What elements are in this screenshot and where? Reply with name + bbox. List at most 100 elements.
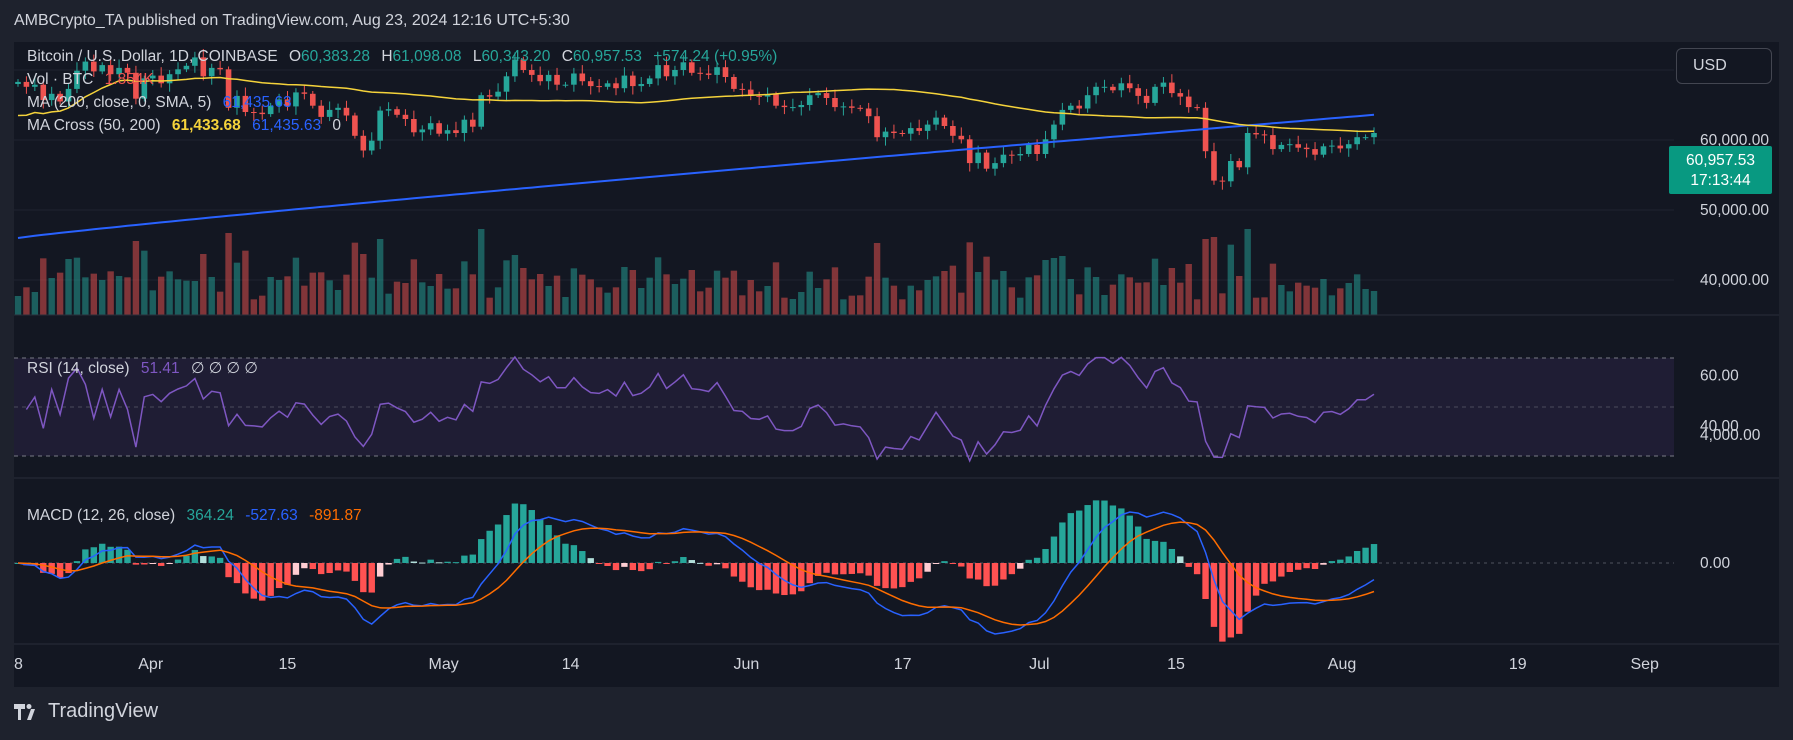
candle-body	[1067, 105, 1074, 110]
volume-bar	[1017, 297, 1024, 315]
volume-bar	[713, 270, 721, 315]
volume-bar	[595, 287, 603, 315]
macd-histogram-bar	[570, 545, 578, 563]
candle-body	[461, 119, 468, 133]
macd-histogram-bar	[1202, 563, 1209, 600]
candle-body	[621, 75, 628, 89]
volume-bar	[570, 268, 578, 315]
macd-histogram-bar	[1033, 557, 1041, 563]
volume-bar	[949, 265, 957, 315]
candle-body	[537, 74, 543, 82]
candle-body	[1278, 144, 1285, 150]
close-value: 60,957.53	[572, 48, 642, 65]
candle-body	[630, 75, 636, 87]
volume-bar	[932, 276, 940, 315]
volume-legend[interactable]: Vol · BTC 1.854K	[27, 71, 161, 89]
ma-cross-value-2: 61,435.63	[252, 117, 322, 134]
macd-histogram-bar	[1236, 563, 1243, 634]
volume-bar	[1337, 288, 1344, 315]
macd-histogram-bar	[1101, 500, 1108, 563]
macd-histogram-bar	[318, 563, 325, 575]
volume-bar	[360, 254, 367, 315]
macd-histogram-bar	[73, 561, 81, 563]
volume-bar	[1177, 282, 1184, 315]
currency-button[interactable]: USD	[1676, 48, 1772, 84]
candle-body	[394, 109, 400, 115]
volume-bar	[1134, 282, 1142, 315]
time-tick-label: 17	[894, 656, 912, 673]
volume-bar	[1236, 276, 1243, 315]
volume-bar	[1227, 244, 1235, 315]
candle-body	[1143, 95, 1150, 103]
macd-histogram-bar	[494, 524, 502, 563]
volume-bar	[267, 277, 274, 315]
candle-body	[806, 95, 813, 105]
macd-histogram-bar	[612, 563, 620, 571]
low-value: 60,343.20	[481, 48, 551, 65]
time-tick-label: Jul	[1029, 656, 1049, 673]
volume-bar	[1193, 299, 1201, 315]
volume-bar	[831, 267, 839, 315]
candle-body	[1084, 95, 1091, 109]
macd-histogram-bar	[941, 561, 948, 563]
volume-bar	[739, 295, 746, 315]
macd-histogram-bar	[1160, 541, 1167, 563]
macd-histogram-bar	[974, 563, 982, 580]
volume-bar	[680, 278, 687, 315]
candle-body	[891, 131, 897, 133]
macd-histogram-bar	[292, 563, 300, 575]
ma-legend[interactable]: MA (200, close, 0, SMA, 5) 61,435.63	[27, 94, 299, 112]
volume-bar	[292, 257, 300, 315]
volume-bar	[216, 291, 224, 315]
macd-legend[interactable]: MACD (12, 26, close) 364.24 -527.63 -891…	[27, 507, 369, 525]
volume-bar	[638, 288, 645, 315]
volume-bar	[225, 233, 232, 315]
volume-bar	[840, 299, 847, 315]
volume-bar	[233, 262, 241, 315]
volume-bar	[1143, 282, 1150, 315]
macd-histogram-bar	[1244, 563, 1251, 612]
volume-bar	[1118, 274, 1125, 315]
volume-bar	[1168, 268, 1176, 315]
volume-bar	[1353, 274, 1361, 315]
macd-histogram-bar	[309, 563, 316, 570]
volume-bar	[410, 259, 418, 315]
symbol-name[interactable]: Bitcoin / U.S. Dollar, 1D, COINBASE	[27, 48, 278, 65]
volume-bar	[663, 274, 670, 315]
volume-bar	[14, 296, 22, 315]
volume-bar	[899, 299, 906, 315]
macd-label: MACD (12, 26, close)	[27, 507, 176, 524]
volume-bar	[1294, 282, 1302, 315]
candle-body	[823, 93, 830, 98]
ma-cross-legend[interactable]: MA Cross (50, 200) 61,433.68 61,435.63 0	[27, 117, 348, 135]
volume-bar	[284, 276, 291, 315]
macd-histogram-bar	[1303, 563, 1310, 569]
candle-body	[705, 73, 712, 75]
chart-frame[interactable]: 70,000.0060,000.0050,000.0040,000.00 60.…	[14, 42, 1779, 687]
candle-body	[1194, 107, 1200, 109]
macd-histogram-bar	[646, 563, 653, 570]
macd-histogram-bar	[1261, 563, 1268, 584]
volume-bar	[1000, 271, 1007, 315]
tradingview-logo[interactable]: TradingView	[14, 700, 158, 723]
macd-histogram-bar	[419, 562, 426, 564]
macd-histogram-bar	[865, 563, 872, 576]
tradingview-logo-text: TradingView	[48, 700, 159, 722]
macd-histogram-bar	[638, 563, 645, 572]
last-price: 60,957.53	[1686, 152, 1755, 169]
macd-histogram-bar	[595, 563, 603, 564]
candle-body	[958, 135, 965, 140]
candle-body	[1362, 137, 1369, 139]
candle-body	[983, 152, 990, 169]
volume-bar	[486, 297, 493, 315]
volume-bar	[764, 286, 771, 315]
candle-body	[453, 130, 459, 133]
candle-body	[571, 73, 577, 85]
macd-histogram-bar	[958, 563, 965, 567]
volume-bar	[1210, 237, 1218, 315]
macd-histogram-bar	[1092, 500, 1100, 563]
candle-body	[503, 76, 510, 92]
volume-bar	[654, 257, 662, 315]
chart-canvas[interactable]: 70,000.0060,000.0050,000.0040,000.00 60.…	[14, 42, 1779, 687]
rsi-legend[interactable]: RSI (14, close) 51.41 ∅ ∅ ∅ ∅	[27, 359, 265, 378]
